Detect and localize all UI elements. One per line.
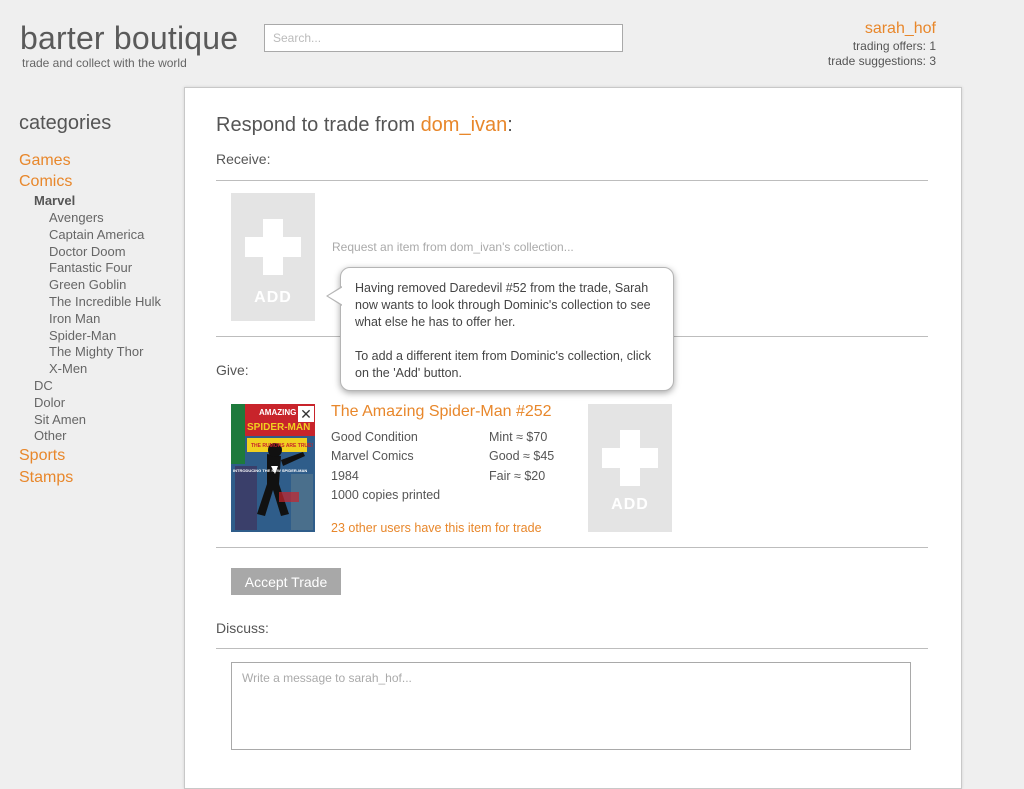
trading-offers-link[interactable]: trading offers: 1 [828,39,936,54]
price-fair: Fair ≈ $20 [489,469,546,483]
tutorial-tooltip: Having removed Daredevil #52 from the tr… [326,267,674,391]
category-stamps[interactable]: Stamps [19,469,73,487]
categories-heading: categories [19,112,112,134]
marvel-item-fantastic-four[interactable]: Fantastic Four [49,260,132,275]
subcategory-other[interactable]: Other [34,428,67,443]
subcategory-marvel[interactable]: Marvel [34,193,75,208]
marvel-item-doctor-doom[interactable]: Doctor Doom [49,244,126,259]
give-add-button[interactable]: ADD [588,404,672,532]
title-suffix: : [507,114,513,136]
divider [216,547,928,548]
marvel-item-mighty-thor[interactable]: The Mighty Thor [49,344,143,359]
cover-blurb-text: THE RUMORS ARE TRUE! [251,443,313,449]
add-label: ADD [254,289,292,306]
subcategory-dolor[interactable]: Dolor [34,395,65,410]
item-copies: 1000 copies printed [331,488,441,502]
cover-title-text: AMAZING [259,408,296,417]
title-prefix: Respond to trade from [216,114,421,136]
item-year: 1984 [331,469,359,483]
receive-add-button[interactable]: ADD [231,193,315,321]
username-link[interactable]: sarah_hof [828,19,936,39]
plus-icon-bar [602,448,658,468]
item-title-link[interactable]: The Amazing Spider-Man #252 [331,403,552,421]
user-info: sarah_hof trading offers: 1 trade sugges… [828,19,936,69]
give-label: Give: [216,362,249,378]
subcategory-dc[interactable]: DC [34,378,53,393]
tooltip-text-1: Having removed Daredevil #52 from the tr… [355,281,651,329]
request-item-link[interactable]: Request an item from dom_ivan's collecti… [332,240,574,254]
plus-icon-bar [245,237,301,257]
marvel-item-x-men[interactable]: X-Men [49,361,87,376]
comic-cover-image: AMAZING SPIDER-MAN THE RUMORS ARE TRUE! … [231,404,315,532]
marvel-item-spider-man[interactable]: Spider-Man [49,328,116,343]
price-good: Good ≈ $45 [489,449,555,463]
trade-suggestions-link[interactable]: trade suggestions: 3 [828,54,936,69]
message-input[interactable] [231,662,911,750]
tagline: trade and collect with the world [22,56,187,70]
cover-side-text: INTRODUCING THE NEW SPIDER-MAN [233,468,307,473]
subcategory-sit-amen[interactable]: Sit Amen [34,412,86,427]
logo[interactable]: barter boutique [20,20,238,57]
remove-item-close-icon[interactable]: ✕ [298,406,314,422]
tooltip-text-2: To add a different item from Dominic's c… [355,349,652,380]
price-mint: Mint ≈ $70 [489,430,548,444]
category-comics[interactable]: Comics [19,173,72,191]
cover-brand-text: SPIDER-MAN [247,422,310,433]
trade-panel: Respond to trade from dom_ivan: Receive:… [184,87,962,789]
marvel-item-green-goblin[interactable]: Green Goblin [49,277,126,292]
divider [216,180,928,181]
search-input[interactable] [264,24,623,52]
partner-link[interactable]: dom_ivan [421,114,508,136]
item-condition: Good Condition [331,430,418,444]
item-publisher: Marvel Comics [331,449,414,463]
marvel-item-incredible-hulk[interactable]: The Incredible Hulk [49,294,161,309]
receive-label: Receive: [216,151,271,167]
marvel-item-iron-man[interactable]: Iron Man [49,311,100,326]
discuss-label: Discuss: [216,620,269,636]
accept-trade-button[interactable]: Accept Trade [231,568,341,595]
category-games[interactable]: Games [19,152,71,170]
category-sports[interactable]: Sports [19,447,65,465]
tooltip-arrow-fill [328,287,343,305]
marvel-item-avengers[interactable]: Avengers [49,210,104,225]
other-users-link[interactable]: 23 other users have this item for trade [331,521,542,535]
add-label: ADD [611,496,649,513]
divider [216,648,928,649]
marvel-item-captain-america[interactable]: Captain America [49,227,144,242]
page-title: Respond to trade from dom_ivan: [216,114,513,137]
